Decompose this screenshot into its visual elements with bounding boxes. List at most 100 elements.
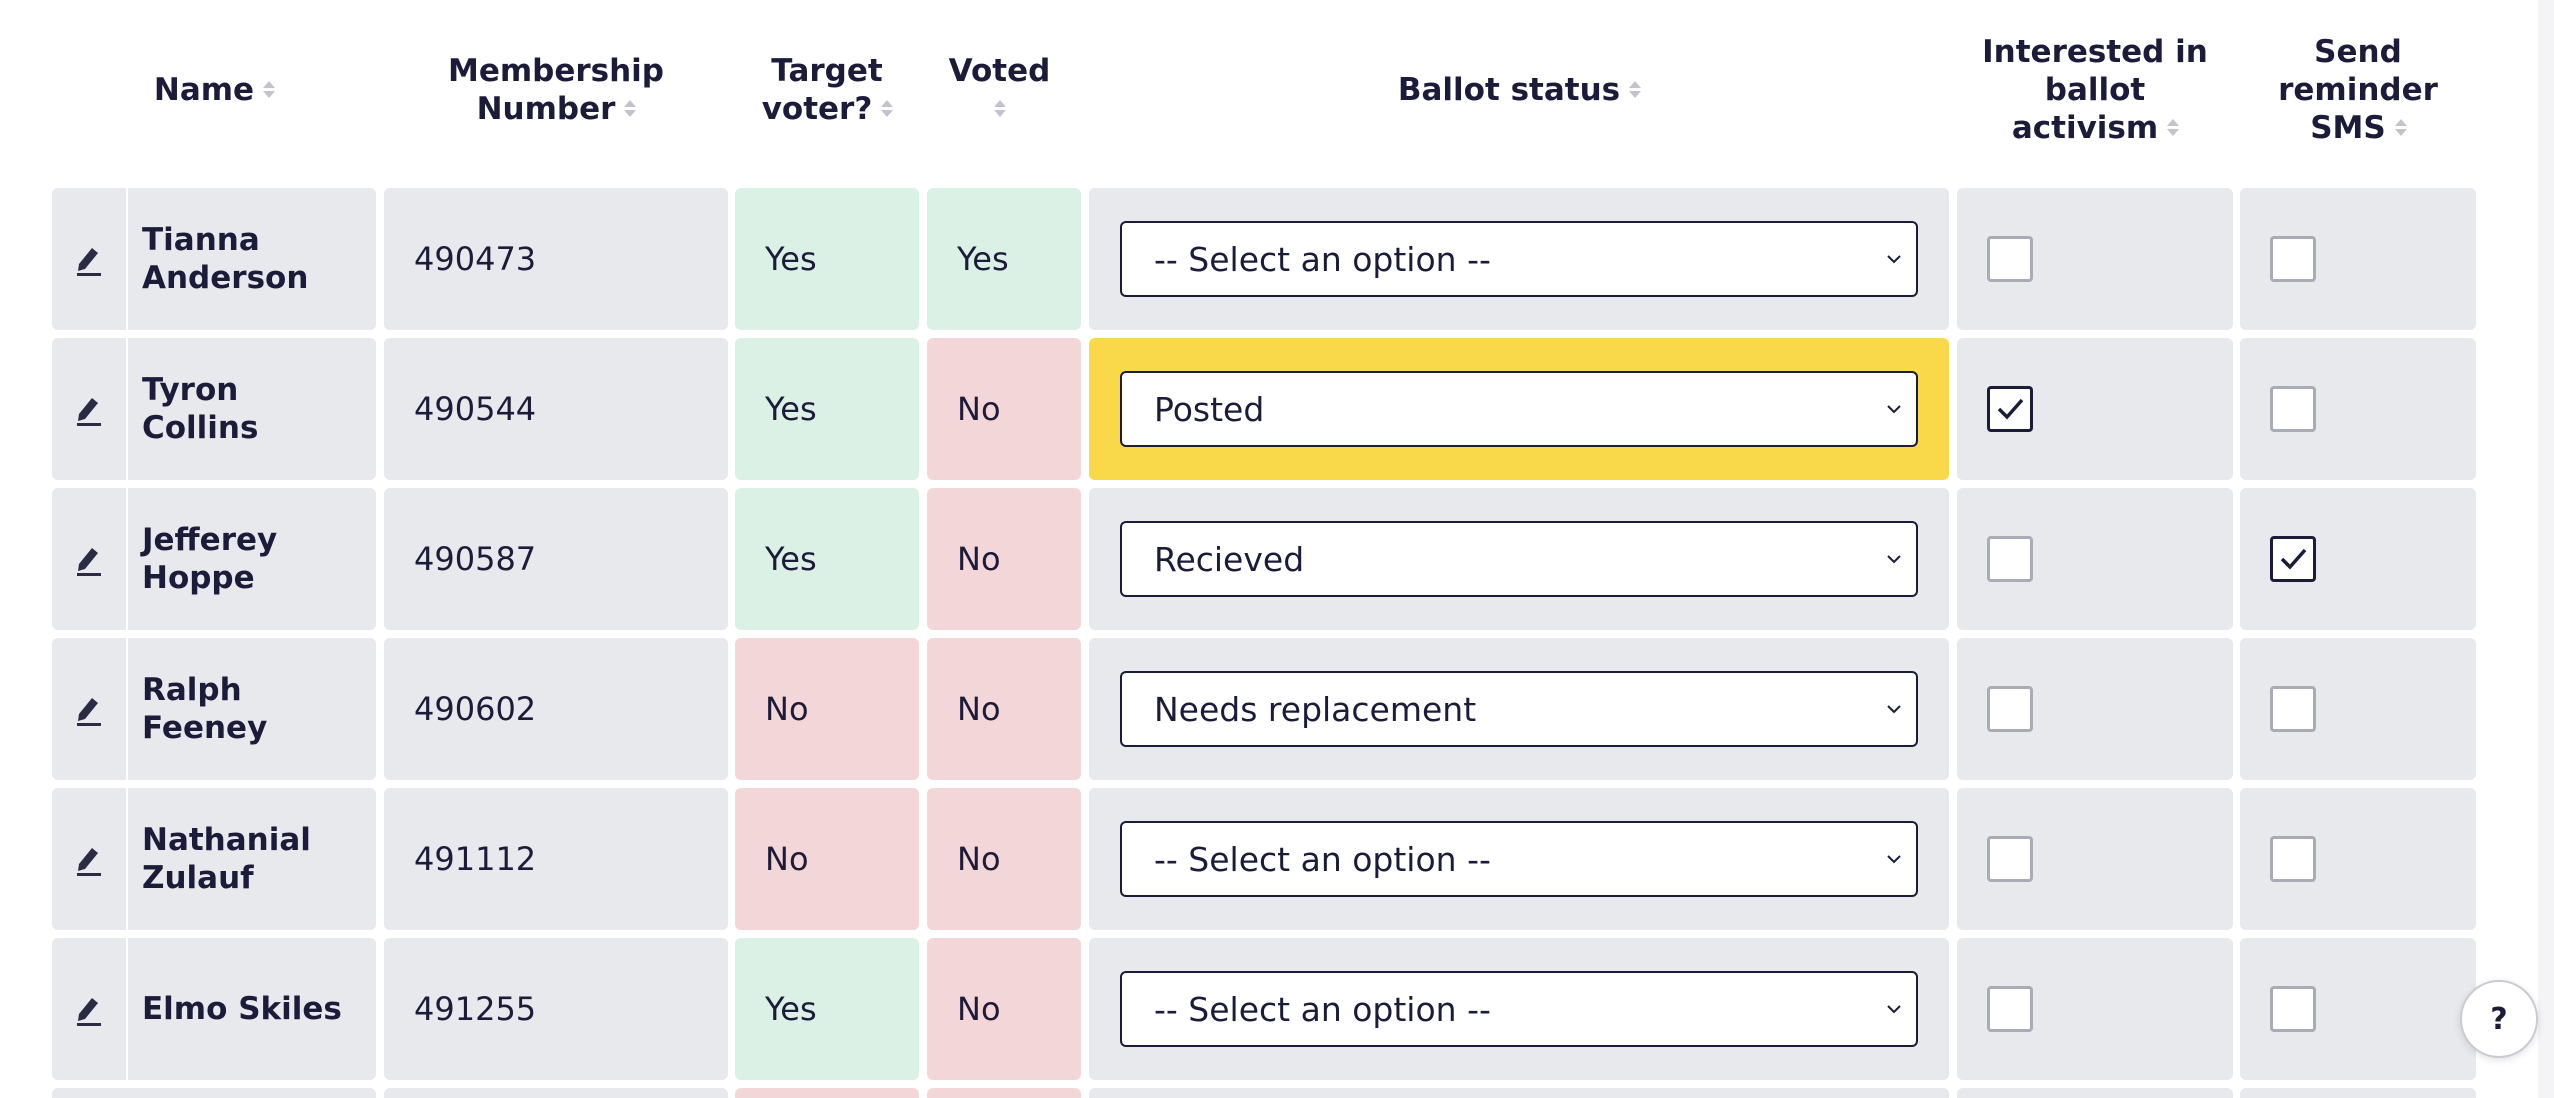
table-row: Elmo Skiles 491255 Yes No -- Select an optio… — [0, 938, 2554, 1080]
voted-value: Yes — [957, 240, 1009, 278]
ballot-status-select[interactable]: Needs replacement — [1120, 671, 1918, 747]
target-voter-value: Yes — [765, 390, 817, 428]
sort-icon — [2394, 116, 2407, 140]
ballot-status-selected-value: -- Select an option -- — [1154, 839, 1491, 879]
interested-cell — [1957, 338, 2233, 480]
table-row-partial — [0, 1088, 2554, 1098]
voted-value: No — [957, 540, 1001, 578]
membership-number: 490587 — [414, 540, 537, 578]
sms-checkbox[interactable] — [2270, 686, 2316, 732]
member-name: Tyron Collins — [142, 372, 259, 446]
member-name-line2: Hoppe — [142, 560, 255, 596]
pencil-icon — [77, 248, 101, 276]
target-voter-cell: No — [735, 788, 919, 930]
sms-checkbox[interactable] — [2270, 836, 2316, 882]
pencil-icon — [77, 848, 101, 876]
help-button[interactable]: ? — [2460, 980, 2538, 1058]
ballot-status-selected-value: Needs replacement — [1154, 689, 1477, 729]
edit-button[interactable] — [52, 938, 126, 1080]
ballot-status-selected-value: Posted — [1154, 389, 1265, 429]
partial-cell — [52, 1088, 376, 1098]
header-interested-label-line1: Interested in — [1982, 34, 2208, 70]
membership-number-cell: 490544 — [384, 338, 728, 480]
chevron-down-icon — [1887, 1005, 1901, 1014]
header-membership-number[interactable]: Membership Number — [384, 0, 728, 180]
scrollbar-track[interactable] — [2538, 0, 2554, 1098]
chevron-down-icon — [1887, 405, 1901, 414]
ballot-status-cell: Needs replacement — [1089, 638, 1949, 780]
member-name-line1: Tianna — [142, 222, 260, 258]
interested-checkbox[interactable] — [1987, 686, 2033, 732]
edit-button[interactable] — [52, 488, 126, 630]
sort-icon — [262, 78, 276, 102]
sort-icon — [993, 97, 1007, 121]
member-name-line1: Jefferey — [142, 522, 278, 558]
interested-checkbox[interactable] — [1987, 236, 2033, 282]
header-voted[interactable]: Voted — [927, 0, 1072, 180]
name-cell: Ralph Feeney — [128, 638, 376, 780]
pencil-icon — [77, 548, 101, 576]
partial-cell — [384, 1088, 728, 1098]
sort-icon — [880, 97, 894, 121]
member-name-line2: Anderson — [142, 260, 309, 296]
table-row: Nathanial Zulauf 491112 No No -- Select an op… — [0, 788, 2554, 930]
header-name[interactable]: Name — [52, 0, 376, 180]
voter-table-page: Name Membership Number Target voter? Voted… — [0, 0, 2554, 1098]
target-voter-value: Yes — [765, 240, 817, 278]
ballot-status-selected-value: Recieved — [1154, 539, 1305, 579]
edit-button[interactable] — [52, 338, 126, 480]
interested-checkbox[interactable] — [1987, 986, 2033, 1032]
header-ballot-status[interactable]: Ballot status — [1089, 0, 1949, 180]
header-send-reminder-sms[interactable]: Send reminder SMS — [2240, 0, 2476, 180]
partial-cell — [735, 1088, 919, 1098]
header-interested-label-line3: activism — [2011, 110, 2159, 146]
target-voter-cell: Yes — [735, 488, 919, 630]
sms-cell — [2240, 338, 2476, 480]
header-membership-label-line2: Number — [476, 91, 616, 127]
pencil-icon — [77, 398, 101, 426]
chevron-down-icon — [1887, 705, 1901, 714]
interested-checkbox[interactable] — [1987, 386, 2033, 432]
target-voter-value: No — [765, 840, 809, 878]
sms-checkbox[interactable] — [2270, 986, 2316, 1032]
voted-cell: No — [927, 638, 1081, 780]
interested-checkbox[interactable] — [1987, 536, 2033, 582]
sms-checkbox[interactable] — [2270, 236, 2316, 282]
pencil-icon — [77, 698, 101, 726]
interested-checkbox[interactable] — [1987, 836, 2033, 882]
sms-checkbox[interactable] — [2270, 386, 2316, 432]
header-target-label-line1: Target — [771, 53, 883, 89]
name-cell: Nathanial Zulauf — [128, 788, 376, 930]
sms-cell — [2240, 488, 2476, 630]
ballot-status-select[interactable]: -- Select an option -- — [1120, 221, 1918, 297]
checkmark-icon — [2280, 548, 2307, 570]
table-row: Tianna Anderson 490473 Yes Yes -- Select an o… — [0, 188, 2554, 330]
ballot-status-select[interactable]: Recieved — [1120, 521, 1918, 597]
target-voter-value: Yes — [765, 990, 817, 1028]
chevron-down-icon — [1887, 555, 1901, 564]
edit-button[interactable] — [52, 188, 126, 330]
header-sms-label-line3: SMS — [2310, 110, 2386, 146]
name-cell: Tianna Anderson — [128, 188, 376, 330]
ballot-status-cell: Recieved — [1089, 488, 1949, 630]
sms-cell — [2240, 788, 2476, 930]
name-cell: Jefferey Hoppe — [128, 488, 376, 630]
membership-number-cell: 490587 — [384, 488, 728, 630]
edit-button[interactable] — [52, 788, 126, 930]
header-interested-in-ballot-activism[interactable]: Interested in ballot activism — [1957, 0, 2233, 180]
ballot-status-select[interactable]: -- Select an option -- — [1120, 971, 1918, 1047]
ballot-status-selected-value: -- Select an option -- — [1154, 239, 1491, 279]
interested-cell — [1957, 488, 2233, 630]
ballot-status-select[interactable]: Posted — [1120, 371, 1918, 447]
member-name-line2: Zulauf — [142, 860, 254, 896]
ballot-status-cell: -- Select an option -- — [1089, 938, 1949, 1080]
member-name-line1: Nathanial — [142, 822, 311, 858]
sms-checkbox[interactable] — [2270, 536, 2316, 582]
header-name-label: Name — [153, 72, 255, 108]
ballot-status-select[interactable]: -- Select an option -- — [1120, 821, 1918, 897]
voted-value: No — [957, 690, 1001, 728]
member-name: Ralph Feeney — [142, 672, 268, 746]
chevron-down-icon — [1887, 855, 1901, 864]
header-target-voter[interactable]: Target voter? — [735, 0, 919, 180]
edit-button[interactable] — [52, 638, 126, 780]
